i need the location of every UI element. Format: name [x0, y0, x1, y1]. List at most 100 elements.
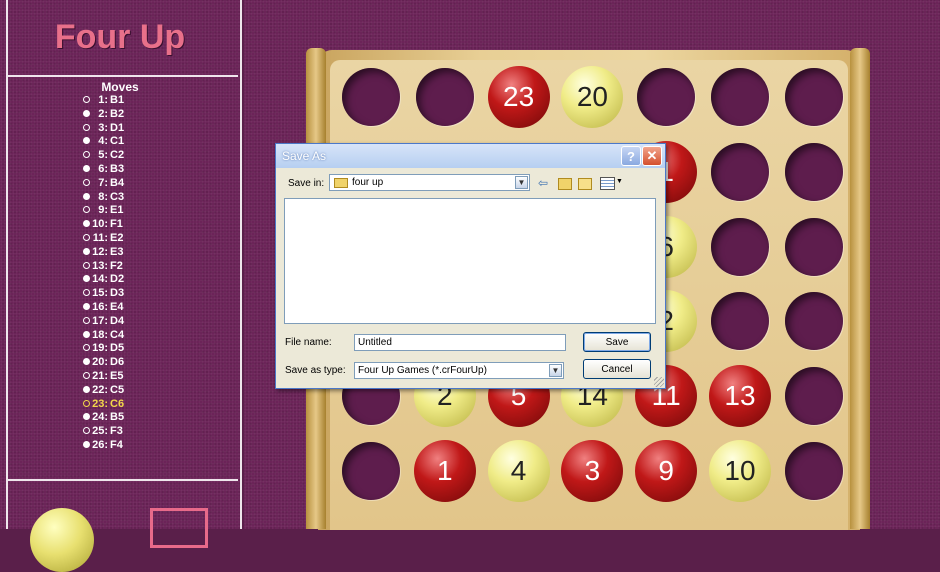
board-hole[interactable]: [711, 292, 769, 351]
move-number: 17:: [92, 314, 108, 327]
move-number: 7:: [98, 176, 108, 189]
board-hole[interactable]: [415, 68, 474, 126]
open-disc-icon: [83, 151, 90, 159]
red-ball[interactable]: 3: [561, 440, 624, 502]
turn-indicator-square[interactable]: [150, 508, 208, 548]
save-in-value: four up: [352, 177, 384, 188]
move-number: 13:: [92, 259, 108, 272]
yellow-ball[interactable]: 20: [561, 66, 624, 128]
move-row[interactable]: 3: D1: [40, 122, 190, 136]
save-in-dropdown[interactable]: four up ▼: [329, 174, 530, 191]
board-hole[interactable]: [711, 142, 769, 201]
board-hole[interactable]: [784, 217, 843, 276]
board-hole[interactable]: [784, 442, 843, 500]
open-disc-icon: [83, 178, 90, 186]
filled-disc-icon: [83, 192, 90, 200]
board-hole[interactable]: [784, 68, 843, 126]
move-row[interactable]: 19: D5: [40, 342, 190, 356]
view-menu-icon[interactable]: [600, 177, 615, 190]
red-ball[interactable]: 13: [709, 365, 771, 428]
move-row[interactable]: 6: B3: [40, 163, 190, 177]
move-row[interactable]: 23: C6: [40, 398, 190, 412]
move-position: E4: [110, 300, 124, 313]
move-row[interactable]: 24: B5: [40, 411, 190, 425]
filled-disc-icon: [83, 275, 90, 283]
move-row[interactable]: 11: E2: [40, 232, 190, 246]
back-arrow-icon[interactable]: ⇦: [538, 176, 548, 190]
filled-disc-icon: [83, 137, 90, 145]
dialog-titlebar[interactable]: Save As ? ✕: [276, 144, 665, 168]
chevron-down-icon[interactable]: ▼: [549, 364, 562, 377]
red-ball[interactable]: 9: [635, 440, 698, 502]
board-hole[interactable]: [784, 142, 843, 201]
move-number: 6:: [98, 162, 108, 175]
board-hole[interactable]: [784, 367, 843, 426]
move-row[interactable]: 22: C5: [40, 384, 190, 398]
move-row[interactable]: 18: C4: [40, 329, 190, 343]
save-as-type-dropdown[interactable]: Four Up Games (*.crFourUp) ▼: [354, 362, 564, 379]
filled-disc-icon: [83, 358, 90, 366]
cancel-button[interactable]: Cancel: [583, 359, 651, 379]
move-row[interactable]: 12: E3: [40, 246, 190, 260]
move-row[interactable]: 14: D2: [40, 273, 190, 287]
move-row[interactable]: 20: D6: [40, 356, 190, 370]
board-hole[interactable]: [342, 442, 400, 500]
save-button[interactable]: Save: [583, 332, 651, 352]
resize-grip[interactable]: [654, 377, 664, 387]
view-chevron-icon[interactable]: ▼: [616, 178, 623, 185]
move-position: B4: [110, 176, 125, 189]
move-row[interactable]: 7: B4: [40, 177, 190, 191]
moves-heading: Moves: [101, 80, 139, 94]
app-title: Four Up: [54, 18, 186, 56]
move-position: D2: [110, 273, 125, 286]
board-hole[interactable]: [342, 68, 400, 126]
move-position: F3: [110, 425, 123, 438]
close-button[interactable]: ✕: [642, 146, 662, 166]
move-row[interactable]: 10: F1: [40, 218, 190, 232]
yellow-ball[interactable]: 4: [487, 440, 550, 502]
move-number: 1:: [98, 94, 108, 106]
save-as-type-value: Four Up Games (*.crFourUp): [358, 365, 487, 376]
move-row[interactable]: 26: F4: [40, 439, 190, 453]
move-number: 11:: [92, 231, 108, 244]
board-hole[interactable]: [711, 217, 769, 276]
move-row[interactable]: 17: D4: [40, 315, 190, 329]
move-row[interactable]: 8: C3: [40, 191, 190, 205]
move-row[interactable]: 25: F3: [40, 425, 190, 439]
yellow-ball[interactable]: 10: [709, 440, 771, 502]
move-row[interactable]: 5: C2: [40, 149, 190, 163]
open-disc-icon: [83, 427, 90, 435]
folder-icon: [334, 178, 348, 188]
new-folder-icon[interactable]: [578, 178, 592, 190]
red-ball[interactable]: 1: [413, 440, 476, 502]
up-folder-icon[interactable]: [558, 178, 572, 190]
move-row[interactable]: 2: B2: [40, 108, 190, 122]
move-row[interactable]: 4: C1: [40, 135, 190, 149]
help-button[interactable]: ?: [621, 146, 641, 166]
open-disc-icon: [83, 206, 90, 214]
move-number: 12:: [92, 245, 108, 258]
move-row[interactable]: 13: F2: [40, 260, 190, 274]
move-position: F2: [110, 259, 123, 272]
filled-disc-icon: [83, 220, 90, 228]
save-as-dialog: Save As ? ✕ Save in: four up ▼ ⇦ ▼ File …: [275, 143, 666, 389]
file-list[interactable]: [284, 198, 656, 324]
red-ball[interactable]: 23: [487, 66, 550, 128]
board-hole[interactable]: [784, 292, 843, 351]
open-disc-icon: [83, 399, 90, 407]
move-row[interactable]: 1: B1: [40, 94, 190, 108]
file-name-input[interactable]: [354, 334, 566, 351]
move-row[interactable]: 9: E1: [40, 204, 190, 218]
chevron-down-icon[interactable]: ▼: [515, 176, 528, 189]
dialog-title: Save As: [282, 149, 327, 163]
board-post-right: [850, 48, 870, 529]
move-position: E3: [110, 245, 124, 258]
move-position: D6: [110, 356, 125, 369]
move-row[interactable]: 16: E4: [40, 301, 190, 315]
filled-disc-icon: [83, 385, 90, 393]
save-as-type-label: Save as type:: [285, 365, 346, 376]
move-row[interactable]: 15: D3: [40, 287, 190, 301]
move-row[interactable]: 21: E5: [40, 370, 190, 384]
board-hole[interactable]: [711, 68, 769, 126]
board-hole[interactable]: [637, 68, 696, 126]
